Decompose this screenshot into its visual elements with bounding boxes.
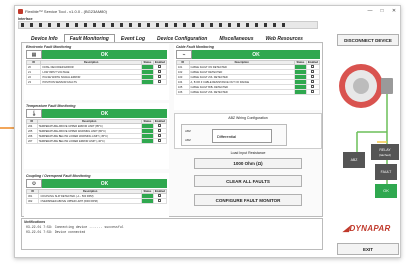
accent-line [0,127,14,129]
enabled-checkbox[interactable] [311,90,315,93]
maximize-icon[interactable]: □ [376,8,388,14]
table-row: 23 POSITION SENSOR FAULTS [25,79,168,85]
enabled-checkbox[interactable] [311,75,315,78]
load-resistance-title: Load Input Resistance [230,151,266,155]
enabled-checkbox[interactable] [158,199,162,202]
col-enabled: Enabled [152,60,168,65]
encoder-icon [339,64,393,108]
enabled-checkbox[interactable] [158,139,162,142]
enabled-checkbox[interactable] [158,65,162,68]
enabled-checkbox[interactable] [311,70,315,73]
status-ok: OK [192,50,320,59]
enabled-checkbox[interactable] [158,124,162,127]
enabled-checkbox[interactable] [158,80,162,83]
abz-wiring-title: ABZ Wiring Configuration [228,116,268,120]
coupling-fault-panel: Coupling / Overspeed Fault Monitoring ⚙ … [24,173,169,217]
load-resistance-value[interactable]: 1000 Ohm (Ω) [194,158,302,169]
status-indicator [140,198,154,204]
enabled-checkbox[interactable] [158,134,162,137]
enabled-checkbox[interactable] [158,75,162,78]
fault-table: ID Description Status Enabled 20 FATAL DE… [25,60,168,85]
table-row: 106 CABLE FAULT Z/Z- DETECTED [176,89,321,95]
cable-fault-panel: Cable Fault Monitoring ⌁ OK ID Descripti… [174,44,322,110]
fault-table: ID Description Status Enabled 204 TEMPERA… [26,119,168,144]
dynapar-logo: ◢DYNAPAR [343,224,391,233]
fault-monitoring-content: Electronic Fault Monitoring ▦ OK ID Desc… [21,42,323,217]
status-ok: OK [42,50,167,59]
window-title: Flexible™ Service Tool - v1.0.0 - (BG23A… [25,8,107,14]
relay-sub-label: (latched) [379,153,391,157]
status-indicator [140,79,154,85]
enabled-checkbox[interactable] [158,129,162,132]
interface-strip [18,21,318,29]
fault-table: ID Description Status Enabled 101 CABLE F… [176,60,321,95]
relay-label: RELAY [379,148,391,152]
enabled-checkbox[interactable] [158,194,162,197]
col-enabled: Enabled [152,189,168,194]
logo-text: DYNAPAR [349,224,391,233]
fault-table: ID Description Status Enabled 301 COUPLIN… [25,189,168,204]
status-ok: OK [42,179,167,188]
clear-all-faults-button[interactable]: CLEAR ALL FAULTS [194,175,302,187]
disconnect-device-button[interactable]: DISCONNECT DEVICE [337,34,399,46]
col-enabled: Enabled [152,119,168,124]
abz-wiring-diagram: ABZ ABZ Differential [181,124,287,146]
encoder-diagram: RELAY (latched) ABZ FAULT OK [339,64,399,198]
right-sidebar: DISCONNECT DEVICE RELAY (latched) ABZ FA… [327,16,400,256]
table-row: 302 OVERSPEED ABOVE UPPER LIMIT (6000 RPM… [25,198,168,204]
status-ok: OK [42,109,167,118]
status-bar: ⌁ OK [176,50,320,59]
close-icon[interactable]: ✕ [388,8,400,14]
enabled-checkbox[interactable] [311,80,315,83]
electronic-fault-panel: Electronic Fault Monitoring ▦ OK ID Desc… [24,44,169,100]
abz-wiring-select[interactable]: Differential [212,129,272,143]
minimize-icon[interactable]: — [364,8,376,14]
configure-fault-monitor-button[interactable]: CONFIGURE FAULT MONITOR [194,194,302,206]
fault-output-label: FAULT [381,170,392,174]
abz-output-label: ABZ [351,158,359,162]
thermometer-icon: 🌡 [26,109,42,118]
status-bar: 🌡 OK [26,109,167,118]
enabled-checkbox[interactable] [311,85,315,88]
app-icon [18,8,23,14]
col-enabled: Enabled [305,60,321,65]
exit-button[interactable]: EXIT [337,243,399,255]
enabled-checkbox[interactable] [158,70,162,73]
abz-label-b: ABZ [185,138,191,142]
status-bar: ▦ OK [26,50,167,59]
abz-wiring-panel: ABZ Wiring Configuration ABZ ABZ Differe… [174,113,322,149]
status-indicator [140,138,154,144]
table-row: 207 TEMPERATURE BELOW LOWER ERROR LIMIT (… [26,138,168,144]
notification-line: 03-22-01 7:59: Device connected [26,230,86,234]
status-indicator [293,89,307,95]
title-bar: Flexible™ Service Tool - v1.0.0 - (BG23A… [15,6,400,16]
notifications-panel: Notifications 03-22-01 7:59: Connecting … [21,218,323,250]
cable-icon: ⌁ [176,50,192,59]
abz-label-a: ABZ [185,129,191,133]
enabled-checkbox[interactable] [311,65,315,68]
app-window: Flexible™ Service Tool - v1.0.0 - (BG23A… [14,5,401,258]
status-bar: ⚙ OK [26,179,167,188]
coupling-icon: ⚙ [26,179,42,188]
interface-section: Interface [18,17,318,30]
ok-output-label: OK [383,188,389,193]
chip-icon: ▦ [26,50,42,59]
temperature-fault-panel: Temperature Fault Monitoring 🌡 OK ID Des… [24,103,169,169]
